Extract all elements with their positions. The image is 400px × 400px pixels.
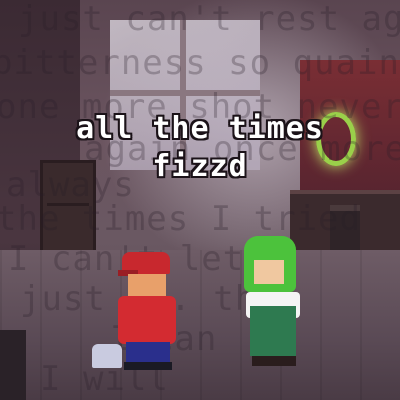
song-title: all the times	[76, 111, 324, 146]
green-overalls	[250, 306, 296, 356]
blue-pants	[126, 342, 170, 364]
background-lyrics: just can't rest again bitterness so quai…	[0, 0, 400, 400]
boy-in-red-cap	[112, 252, 192, 372]
lyric-line: bitterness so quaint	[0, 43, 400, 83]
boy-face	[128, 274, 166, 296]
lyric-line: the times I tried	[0, 199, 361, 239]
girl-shoes	[252, 356, 296, 366]
red-hoodie	[118, 296, 176, 344]
green-haired-girl	[240, 236, 310, 371]
artist-name: fizzd	[152, 149, 248, 184]
girl-face	[254, 260, 284, 284]
album-art: just can't rest again bitterness so quai…	[0, 0, 400, 400]
lyric-line: just can't rest again	[18, 0, 400, 39]
boy-shoes	[124, 362, 172, 370]
